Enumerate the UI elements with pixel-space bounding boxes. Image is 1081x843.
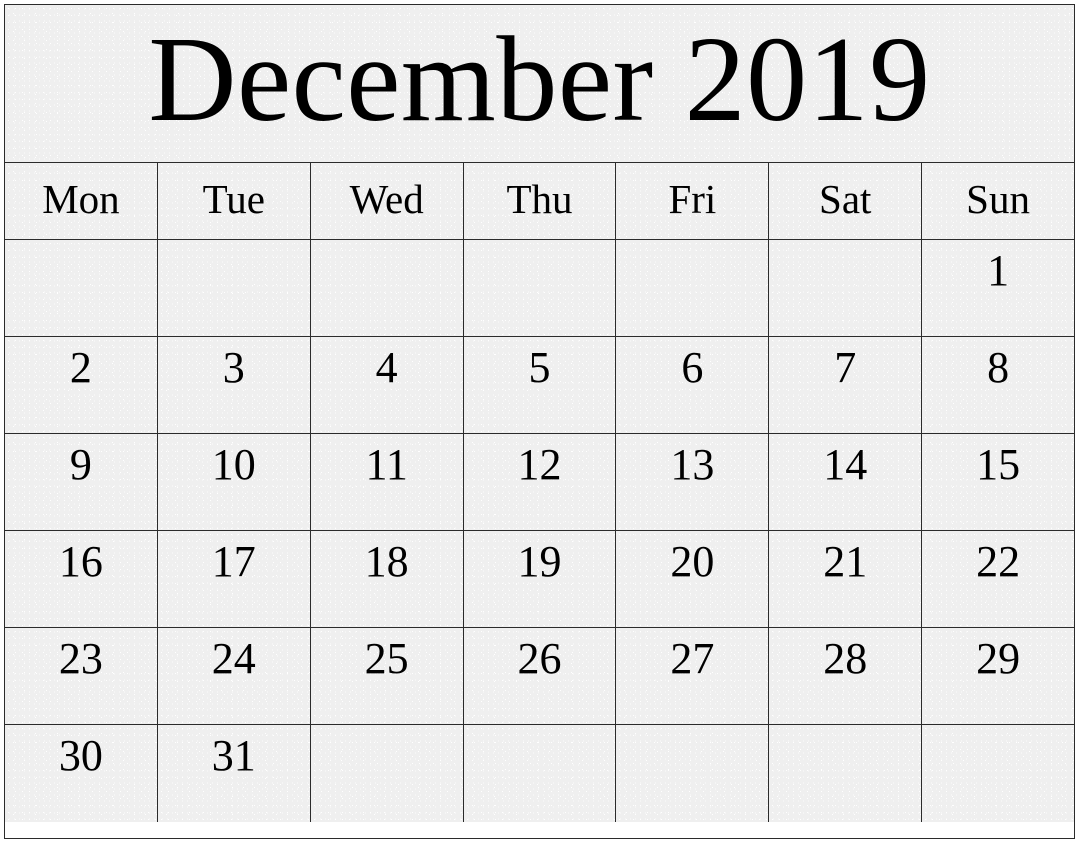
week-row: 30 31	[5, 725, 1074, 822]
week-row: 2 3 4 5 6 7 8	[5, 337, 1074, 434]
day-cell[interactable]: 2	[5, 337, 158, 433]
day-cell[interactable]: 9	[5, 434, 158, 530]
day-cell[interactable]: 13	[616, 434, 770, 530]
weekday-label: Sun	[966, 176, 1030, 222]
day-cell[interactable]: 29	[922, 628, 1074, 724]
weekday-label: Thu	[506, 176, 573, 222]
day-cell[interactable]: 28	[769, 628, 923, 724]
day-cell[interactable]: 20	[616, 531, 770, 627]
day-number: 9	[69, 440, 92, 489]
calendar-title: December 2019	[148, 11, 931, 147]
day-cell[interactable]: 17	[157, 531, 311, 627]
day-cell[interactable]: 5	[463, 337, 617, 433]
day-number: 16	[58, 537, 103, 586]
day-number: 1	[987, 246, 1010, 295]
day-cell[interactable]: 27	[616, 628, 770, 724]
day-cell[interactable]: 16	[5, 531, 158, 627]
day-number: 12	[517, 440, 562, 489]
day-number: 19	[517, 537, 562, 586]
day-number: 8	[987, 343, 1010, 392]
day-number: 2	[69, 343, 92, 392]
day-cell[interactable]	[769, 240, 923, 336]
day-cell[interactable]: 31	[157, 725, 311, 822]
day-cell[interactable]	[157, 240, 311, 336]
week-row: 9 10 11 12 13 14 15	[5, 434, 1074, 531]
weekday-header-sat: Sat	[769, 163, 923, 239]
day-cell[interactable]: 25	[310, 628, 464, 724]
day-cell[interactable]: 6	[616, 337, 770, 433]
weekday-header-row: Mon Tue Wed Thu Fri Sat Sun	[5, 163, 1074, 240]
day-cell[interactable]: 19	[463, 531, 617, 627]
day-cell[interactable]	[616, 240, 770, 336]
weekday-label: Mon	[42, 176, 120, 222]
day-number: 13	[670, 440, 715, 489]
day-number: 7	[834, 343, 857, 392]
weekday-header-sun: Sun	[922, 163, 1074, 239]
day-cell[interactable]: 24	[157, 628, 311, 724]
day-number: 29	[976, 634, 1021, 683]
weekday-header-tue: Tue	[157, 163, 311, 239]
day-cell[interactable]: 18	[310, 531, 464, 627]
day-number: 5	[528, 343, 551, 392]
weekday-label: Tue	[202, 176, 265, 222]
day-cell[interactable]: 10	[157, 434, 311, 530]
day-cell[interactable]: 14	[769, 434, 923, 530]
day-cell[interactable]: 3	[157, 337, 311, 433]
day-number: 17	[211, 537, 256, 586]
day-cell[interactable]: 4	[310, 337, 464, 433]
week-row: 23 24 25 26 27 28 29	[5, 628, 1074, 725]
day-number: 26	[517, 634, 562, 683]
day-cell[interactable]: 12	[463, 434, 617, 530]
day-cell[interactable]: 15	[922, 434, 1074, 530]
day-cell[interactable]: 23	[5, 628, 158, 724]
day-cell[interactable]	[310, 725, 464, 822]
day-cell[interactable]	[769, 725, 923, 822]
day-number: 3	[222, 343, 245, 392]
day-number: 11	[365, 440, 408, 489]
day-number: 21	[823, 537, 868, 586]
day-number: 15	[976, 440, 1021, 489]
day-number: 24	[211, 634, 256, 683]
day-number: 25	[364, 634, 409, 683]
day-number: 18	[364, 537, 409, 586]
day-number: 28	[823, 634, 868, 683]
weekday-header-fri: Fri	[616, 163, 770, 239]
weekday-label: Sat	[819, 176, 872, 222]
day-number: 10	[211, 440, 256, 489]
calendar-grid: December 2019 Mon Tue Wed Thu Fri Sat Su…	[4, 4, 1075, 839]
day-number: 30	[58, 731, 103, 780]
day-number: 23	[58, 634, 103, 683]
day-cell[interactable]: 8	[922, 337, 1074, 433]
day-number: 27	[670, 634, 715, 683]
day-cell[interactable]	[922, 725, 1074, 822]
week-row: 16 17 18 19 20 21 22	[5, 531, 1074, 628]
day-cell[interactable]: 26	[463, 628, 617, 724]
day-cell[interactable]	[310, 240, 464, 336]
weekday-label: Fri	[668, 176, 717, 222]
weekday-header-mon: Mon	[5, 163, 158, 239]
day-cell[interactable]	[463, 240, 617, 336]
day-number: 20	[670, 537, 715, 586]
day-cell[interactable]	[463, 725, 617, 822]
calendar-title-row: December 2019	[5, 5, 1074, 163]
day-number: 6	[681, 343, 704, 392]
day-cell[interactable]	[616, 725, 770, 822]
weekday-header-thu: Thu	[463, 163, 617, 239]
day-number: 14	[823, 440, 868, 489]
week-row: 1	[5, 240, 1074, 337]
day-number: 4	[375, 343, 398, 392]
day-number: 22	[976, 537, 1021, 586]
weekday-header-wed: Wed	[310, 163, 464, 239]
weekday-label: Wed	[349, 176, 424, 222]
day-cell[interactable]	[5, 240, 158, 336]
day-number: 31	[211, 731, 256, 780]
day-cell[interactable]: 11	[310, 434, 464, 530]
day-cell[interactable]: 21	[769, 531, 923, 627]
day-cell[interactable]: 30	[5, 725, 158, 822]
day-cell[interactable]: 1	[922, 240, 1074, 336]
day-cell[interactable]: 7	[769, 337, 923, 433]
day-cell[interactable]: 22	[922, 531, 1074, 627]
